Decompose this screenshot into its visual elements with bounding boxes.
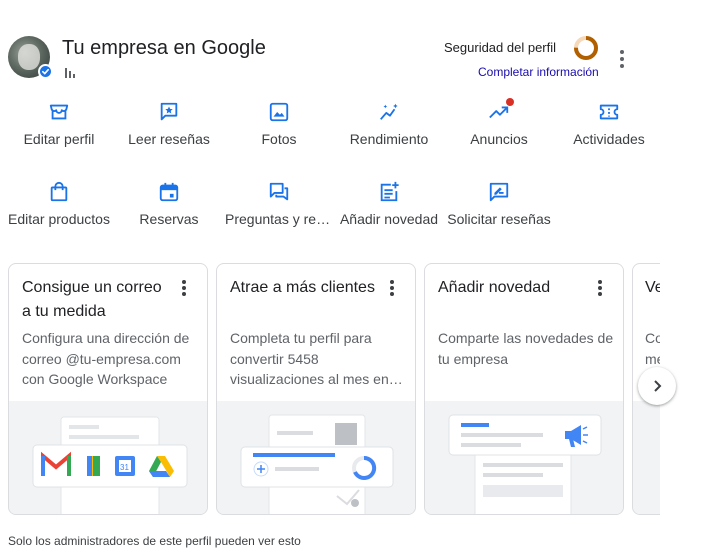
card-description: Completa tu perfil para convertir 5458 v… [230, 330, 389, 387]
action-label: Preguntas y respuestas [225, 211, 333, 227]
action-label: Editar productos [8, 211, 110, 227]
action-label: Reservas [139, 211, 199, 227]
card-attract-customers[interactable]: Atrae a más clientes Completa tu perfil … [216, 263, 416, 515]
ticket-icon [599, 104, 619, 120]
action-actividades[interactable]: Actividades [555, 101, 663, 161]
card-description: Co me [645, 330, 660, 367]
shopping-bag-icon [50, 181, 68, 202]
complete-info-link[interactable]: Completar información [478, 65, 599, 79]
action-label: Actividades [573, 131, 645, 147]
security-ring-icon[interactable] [573, 35, 599, 61]
action-solicitar-resenas[interactable]: Solicitar reseñas [445, 181, 553, 241]
store-icon [49, 104, 69, 120]
header: Tu empresa en Google Seguridad del perfi… [0, 0, 704, 90]
forum-icon [269, 182, 289, 201]
post-add-icon [380, 181, 399, 202]
action-fotos[interactable]: Fotos [225, 101, 333, 161]
card-title: Ve a [645, 279, 660, 296]
action-leer-resenas[interactable]: Leer reseñas [115, 101, 223, 161]
security-label: Seguridad del perfil [444, 40, 557, 55]
sparkle-chart-icon [380, 103, 398, 120]
action-label: Editar perfil [23, 131, 95, 147]
page-title: Tu empresa en Google [62, 37, 266, 59]
more-options-icon[interactable] [612, 47, 632, 71]
card-workspace-email[interactable]: Consigue un correo a tu medida Configura… [8, 263, 208, 515]
action-preguntas-respuestas[interactable]: Preguntas y respuestas [225, 181, 333, 241]
review-star-icon [160, 102, 178, 121]
carousel-next-button[interactable] [638, 367, 676, 405]
card-title: Consigue un correo a tu medida [22, 279, 162, 320]
more-options-icon[interactable] [175, 278, 193, 298]
suggestion-cards-carousel: Consigue un correo a tu medida Configura… [8, 263, 660, 515]
workspace-apps-illustration: 31 [9, 401, 207, 514]
action-label: Anuncios [470, 131, 528, 147]
action-label: Fotos [261, 131, 297, 147]
more-options-icon[interactable] [591, 278, 609, 298]
action-label: Añadir novedad [339, 211, 439, 227]
card-description: Comparte las novedades de tu empresa [438, 330, 614, 367]
action-reservas[interactable]: Reservas [115, 181, 223, 241]
card-title: Añadir novedad [438, 279, 551, 296]
photo-icon [269, 102, 289, 122]
calendar-icon [159, 182, 179, 202]
notification-badge [506, 98, 514, 106]
action-editar-perfil[interactable]: Editar perfil [5, 101, 113, 161]
chevron-right-icon [654, 380, 662, 392]
admin-only-note: Solo los administradores de este perfil … [8, 534, 301, 548]
action-label: Leer reseñas [128, 131, 210, 147]
more-options-icon[interactable] [383, 278, 401, 298]
svg-text:31: 31 [120, 463, 129, 472]
announcement-illustration [425, 401, 623, 514]
card-title: Atrae a más clientes [230, 279, 375, 296]
verified-check-icon [38, 64, 53, 79]
action-anuncios[interactable]: Anuncios [445, 98, 553, 161]
action-label: Solicitar reseñas [447, 211, 551, 227]
profile-progress-illustration [217, 401, 415, 514]
card-illustration [633, 401, 660, 514]
action-editar-productos[interactable]: Editar productos [5, 181, 113, 241]
card-add-update[interactable]: Añadir novedad Comparte las novedades de… [424, 263, 624, 515]
rate-review-icon [489, 182, 509, 202]
action-anadir-novedad[interactable]: Añadir novedad [335, 181, 443, 241]
action-label: Rendimiento [349, 131, 429, 147]
card-description: Configura una dirección de correo @tu-em… [22, 330, 190, 387]
bar-chart-icon[interactable] [64, 65, 76, 83]
action-rendimiento[interactable]: Rendimiento [335, 101, 443, 161]
